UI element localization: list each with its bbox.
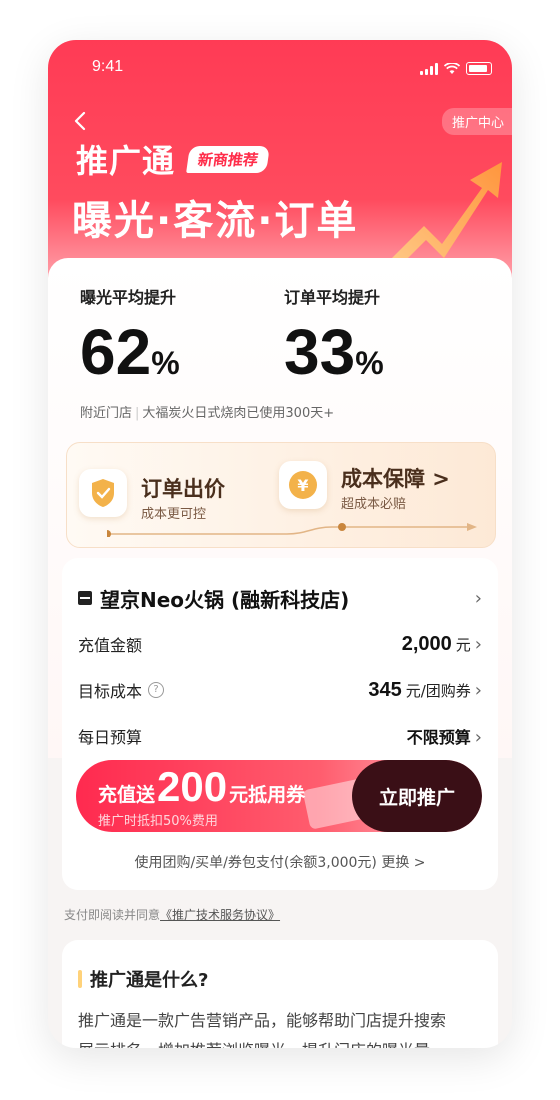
shield-icon — [79, 469, 127, 517]
status-bar: 9:41 — [48, 56, 512, 84]
brand-title: 推广通 — [76, 142, 176, 180]
nearby-store-note: 附近门店 | 大福炭火日式烧肉已使用300天+ — [80, 406, 335, 421]
field-value: 345 元/团购券 › — [368, 678, 482, 701]
agreement-link[interactable]: 《推广技术服务协议》 — [160, 908, 280, 922]
target-cost-row[interactable]: 目标成本 ? 345 元/团购券 › — [78, 678, 482, 702]
recharge-amount-row[interactable]: 充值金额 2,000 元 › — [78, 632, 482, 656]
field-value: 2,000 元 › — [401, 632, 482, 655]
metric-label: 订单平均提升 — [284, 288, 381, 307]
status-time: 9:41 — [92, 58, 124, 75]
hero-slogan: 曝光·客流·订单 — [72, 198, 359, 244]
agreement-note: 支付即阅读并同意《推广技术服务协议》 — [64, 908, 281, 922]
chevron-right-icon: › — [474, 587, 482, 609]
help-icon[interactable]: ? — [148, 682, 165, 698]
yen-coin-icon: ¥ — [279, 461, 327, 509]
new-merchant-badge: 新商推荐 — [186, 146, 270, 173]
daily-budget-row[interactable]: 每日预算 不限预算 › — [78, 724, 482, 748]
chevron-right-icon: › — [474, 727, 482, 748]
faq-card: 推广通是什么? 推广通是一款广告营销产品，能够帮助门店提升搜索 展示排名、增加推… — [62, 940, 498, 1048]
payment-method-link[interactable]: 使用团购/买单/券包支付(余额3,000元) 更换 > — [62, 852, 498, 872]
field-label: 目标成本 — [78, 682, 143, 701]
wifi-icon — [444, 63, 460, 74]
promo-center-link[interactable]: 推广中心 — [441, 108, 512, 135]
phone-screen: 9:41 推广中心 推广通 新商推荐 曝光·客流·订单 曝光平均提升 62% 订… — [48, 40, 512, 1048]
metric-label: 曝光平均提升 — [80, 288, 177, 307]
faq-body: 推广通是一款广告营销产品，能够帮助门店提升搜索 展示排名、增加推荐浏览曝光、提升… — [78, 1011, 447, 1048]
order-bid-subtitle: 成本更可控 — [141, 507, 207, 522]
battery-icon — [466, 62, 492, 75]
store-selector[interactable]: 望京Neo火锅 (融新科技店) › — [78, 584, 482, 612]
section-accent — [78, 970, 82, 988]
faq-title: 推广通是什么? — [90, 970, 209, 991]
cost-guarantee-subtitle: 超成本必赔 — [341, 497, 407, 512]
order-metric: 订单平均提升 33% — [284, 284, 384, 395]
progress-track — [107, 523, 477, 537]
field-label: 充值金额 — [78, 636, 143, 655]
bid-options-panel: 订单出价 成本更可控 ¥ 成本保障 > 超成本必赔 — [66, 442, 496, 548]
back-arrow-icon[interactable] — [70, 110, 92, 132]
status-icons — [420, 62, 492, 75]
store-settings-card: 望京Neo火锅 (融新科技店) › 充值金额 2,000 元 › 目标成本 ? 3… — [62, 558, 498, 890]
field-label: 每日预算 — [78, 728, 143, 747]
svg-text:¥: ¥ — [297, 476, 308, 495]
promote-now-button[interactable]: 立即推广 — [352, 760, 482, 832]
chevron-right-icon: › — [474, 633, 482, 655]
signal-icon — [420, 63, 438, 75]
exposure-metric: 曝光平均提升 62% — [80, 284, 180, 395]
metric-value: 33% — [284, 316, 384, 388]
field-value: 不限预算 › — [406, 727, 482, 748]
cost-guarantee-title[interactable]: 成本保障 > — [341, 463, 450, 493]
store-icon — [78, 591, 92, 605]
chevron-right-icon: › — [474, 679, 482, 701]
store-name: 望京Neo火锅 (融新科技店) — [100, 587, 350, 612]
metric-value: 62% — [80, 316, 180, 388]
cta-offer: 充值送 200 元抵用券 推广时抵扣50%费用 — [98, 763, 306, 830]
promo-cta-banner[interactable]: 充值送 200 元抵用券 推广时抵扣50%费用 立即推广 — [76, 760, 482, 832]
order-bid-title[interactable]: 订单出价 — [141, 473, 225, 503]
